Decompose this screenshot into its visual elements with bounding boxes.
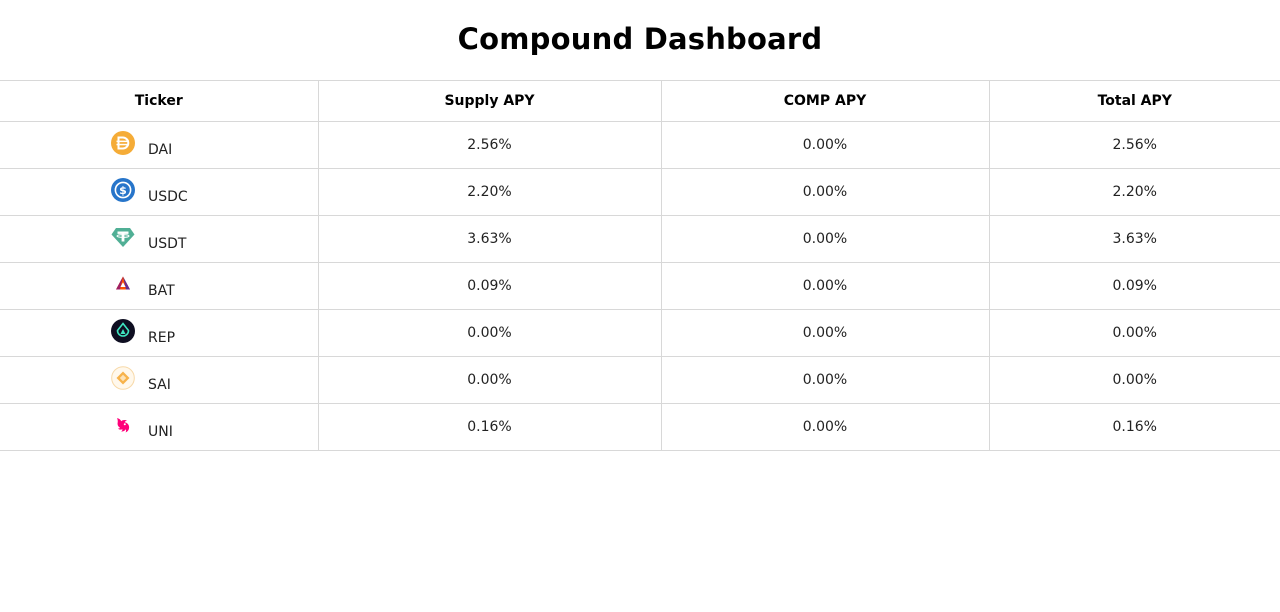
total-apy-cell: 3.63% — [988, 215, 1280, 263]
ticker-wrap: USDT — [111, 225, 186, 252]
table-row: DAI 2.56% 0.00% 2.56% — [0, 121, 1280, 169]
ticker-cell: $ USDC — [0, 168, 318, 216]
header-row: Ticker Supply APY COMP APY Total APY — [0, 80, 1280, 122]
page-title: Compound Dashboard — [457, 22, 823, 56]
total-apy-cell: 2.20% — [988, 168, 1280, 216]
ticker-wrap: REP — [111, 319, 175, 346]
dai-icon — [111, 131, 135, 155]
comp-apy-cell: 0.00% — [660, 356, 989, 404]
ticker-wrap: $ USDC — [111, 178, 188, 205]
comp-apy-cell: 0.00% — [660, 215, 989, 263]
column-header-supply-apy: Supply APY — [317, 80, 661, 122]
ticker-label: UNI — [148, 424, 173, 440]
bat-icon — [111, 272, 135, 296]
supply-apy-cell: 2.56% — [317, 121, 661, 169]
apy-table: Ticker Supply APY COMP APY Total APY DAI… — [0, 80, 1280, 451]
supply-apy-cell: 2.20% — [317, 168, 661, 216]
ticker-wrap: UNI — [111, 413, 173, 440]
total-apy-cell: 0.09% — [988, 262, 1280, 310]
supply-apy-cell: 0.00% — [317, 356, 661, 404]
ticker-cell: REP — [0, 309, 318, 357]
ticker-cell: UNI — [0, 403, 318, 451]
column-header-total-apy: Total APY — [988, 80, 1280, 122]
supply-apy-cell: 0.00% — [317, 309, 661, 357]
rep-icon — [111, 319, 135, 343]
table-body: DAI 2.56% 0.00% 2.56% $ USDC 2.20% 0.00%… — [0, 121, 1280, 451]
ticker-label: DAI — [148, 142, 173, 158]
total-apy-cell: 0.00% — [988, 356, 1280, 404]
comp-apy-cell: 0.00% — [660, 309, 989, 357]
ticker-cell: BAT — [0, 262, 318, 310]
comp-apy-cell: 0.00% — [660, 403, 989, 451]
table-row: REP 0.00% 0.00% 0.00% — [0, 309, 1280, 357]
usdc-icon: $ — [111, 178, 135, 202]
supply-apy-cell: 3.63% — [317, 215, 661, 263]
total-apy-cell: 0.00% — [988, 309, 1280, 357]
supply-apy-cell: 0.09% — [317, 262, 661, 310]
dashboard-page: Compound Dashboard Ticker Supply APY COM… — [0, 0, 1280, 612]
ticker-label: SAI — [148, 377, 171, 393]
total-apy-cell: 0.16% — [988, 403, 1280, 451]
comp-apy-cell: 0.00% — [660, 121, 989, 169]
comp-apy-cell: 0.00% — [660, 168, 989, 216]
column-header-ticker: Ticker — [0, 80, 318, 122]
ticker-label: BAT — [148, 283, 175, 299]
ticker-wrap: BAT — [111, 272, 175, 299]
sai-icon — [111, 366, 135, 390]
ticker-cell: DAI — [0, 121, 318, 169]
table-row: UNI 0.16% 0.00% 0.16% — [0, 403, 1280, 451]
ticker-wrap: SAI — [111, 366, 171, 393]
table-row: BAT 0.09% 0.00% 0.09% — [0, 262, 1280, 310]
uni-icon — [111, 413, 135, 437]
svg-text:$: $ — [119, 184, 127, 197]
column-header-comp-apy: COMP APY — [660, 80, 989, 122]
total-apy-cell: 2.56% — [988, 121, 1280, 169]
ticker-cell: SAI — [0, 356, 318, 404]
ticker-label: USDT — [148, 236, 187, 252]
table-row: $ USDC 2.20% 0.00% 2.20% — [0, 168, 1280, 216]
ticker-cell: USDT — [0, 215, 318, 263]
ticker-wrap: DAI — [111, 131, 172, 158]
table-header: Ticker Supply APY COMP APY Total APY — [0, 80, 1280, 122]
usdt-icon — [111, 225, 135, 249]
table-row: SAI 0.00% 0.00% 0.00% — [0, 356, 1280, 404]
ticker-label: USDC — [148, 189, 188, 205]
ticker-label: REP — [148, 330, 176, 346]
comp-apy-cell: 0.00% — [660, 262, 989, 310]
supply-apy-cell: 0.16% — [317, 403, 661, 451]
table-row: USDT 3.63% 0.00% 3.63% — [0, 215, 1280, 263]
